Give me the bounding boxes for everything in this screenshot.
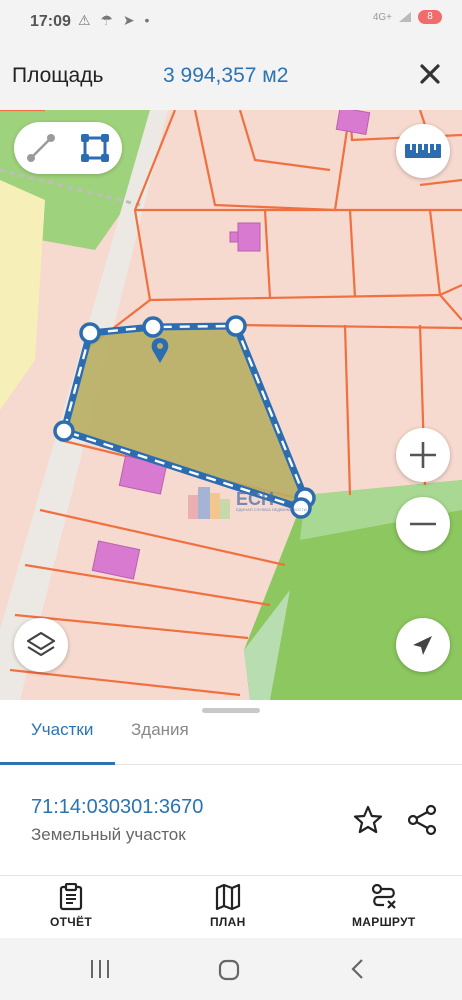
plus-icon: [410, 442, 436, 468]
notification-icons: ⚠ ☂ ➤ •: [78, 12, 153, 28]
area-value: 3 994,357 м2: [163, 64, 289, 87]
active-tab-indicator: [0, 762, 115, 765]
buildings-logo-icon: [188, 487, 230, 519]
route-label: МАРШРУТ: [352, 915, 416, 929]
report-label: ОТЧЁТ: [50, 915, 92, 929]
network-indicator: 4G+: [372, 11, 392, 23]
share-icon[interactable]: [406, 804, 438, 836]
signal-icon: [399, 12, 411, 22]
battery-icon: 8: [418, 10, 442, 24]
status-bar: 17:09 ⚠ ☂ ➤ • 4G+ 8: [0, 0, 462, 40]
watermark-logo: ЕСН ЕДИНАЯ СЛУЖБА НЕДВИЖИМОСТИ: [186, 483, 307, 519]
ruler-icon: [405, 144, 441, 158]
field-area: [0, 180, 45, 410]
zoom-out-button[interactable]: [396, 497, 450, 551]
plan-button[interactable]: ПЛАН: [210, 883, 246, 929]
cadastral-number[interactable]: 71:14:030301:3670: [31, 796, 203, 819]
parcel-type: Земельный участок: [31, 825, 186, 844]
system-navigation-bar: [0, 938, 462, 1000]
header: Площадь 3 994,357 м2: [0, 40, 462, 110]
layers-button[interactable]: [14, 618, 68, 672]
zoom-in-button[interactable]: [396, 428, 450, 482]
ruler-button[interactable]: [396, 124, 450, 178]
sheet-divider: [0, 875, 462, 876]
map-icon: [215, 883, 240, 911]
measure-mode-switch[interactable]: [14, 122, 122, 174]
bottom-action-bar: ОТЧЁТ ПЛАН МАРШРУТ: [0, 878, 462, 938]
navigation-arrow-icon: [413, 636, 432, 655]
status-time: 17:09: [30, 13, 71, 30]
my-location-button[interactable]: [396, 618, 450, 672]
map-canvas[interactable]: [0, 110, 462, 700]
selected-parcel-polygon[interactable]: [60, 322, 309, 512]
route-icon: [371, 883, 396, 909]
map-view[interactable]: ЕСН ЕДИНАЯ СЛУЖБА НЕДВИЖИМОСТИ: [0, 110, 462, 700]
minus-icon: [410, 522, 436, 526]
area-measure-icon[interactable]: [78, 131, 112, 165]
route-button[interactable]: МАРШРУТ: [352, 883, 415, 929]
sheet-drag-handle[interactable]: [202, 708, 260, 713]
back-icon[interactable]: [348, 958, 368, 980]
close-icon[interactable]: [416, 60, 444, 88]
report-button[interactable]: ОТЧЁТ: [50, 883, 92, 929]
recent-apps-icon[interactable]: [88, 958, 112, 980]
watermark-title: ЕСН: [236, 488, 275, 509]
home-icon[interactable]: [217, 958, 241, 982]
layers-icon: [26, 631, 56, 657]
plan-label: ПЛАН: [210, 915, 246, 929]
favorite-star-icon[interactable]: [352, 804, 384, 836]
line-measure-icon[interactable]: [25, 132, 57, 164]
tab-parcels[interactable]: Участки: [31, 720, 93, 740]
watermark-subtitle: ЕДИНАЯ СЛУЖБА НЕДВИЖИМОСТИ: [236, 506, 307, 512]
tab-buildings[interactable]: Здания: [131, 720, 189, 740]
status-icons-right: 4G+ 8: [373, 10, 442, 24]
clipboard-icon: [59, 883, 83, 911]
page-title: Площадь: [12, 64, 104, 87]
